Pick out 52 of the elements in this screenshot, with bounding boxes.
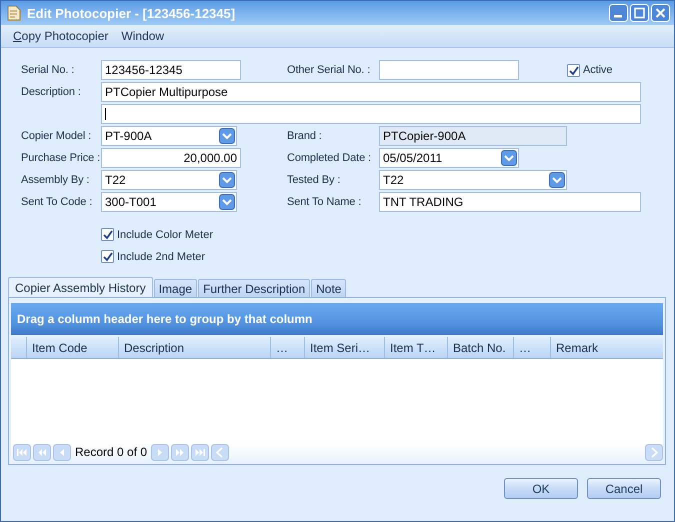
text-field[interactable]: PTCopier Multipurpose	[101, 82, 641, 102]
maximize-button[interactable]	[630, 4, 649, 22]
field-label: Serial No. :	[21, 64, 76, 76]
dropdown-field[interactable]: 300-T001	[101, 192, 237, 212]
number-field[interactable]: 20,000.00	[101, 148, 241, 168]
text-field[interactable]: TNT TRADING	[379, 192, 641, 212]
field-label: Other Serial No. :	[287, 64, 372, 76]
menu-item[interactable]: Window	[121, 29, 164, 43]
dropdown-field[interactable]: PT-900A	[101, 126, 237, 146]
text-field[interactable]: 123456-12345	[101, 60, 241, 80]
readonly-field[interactable]: PTCopier-900A	[379, 126, 567, 146]
text-field[interactable]	[379, 60, 519, 80]
column-header[interactable]: Remark	[551, 337, 663, 358]
dropdown-field[interactable]: T22	[379, 170, 567, 190]
field-label: Copier Model :	[21, 130, 92, 142]
field-label: Description :	[21, 86, 82, 98]
column-header[interactable]: Item T…	[385, 337, 448, 358]
checkbox[interactable]	[101, 228, 114, 241]
field-label: Assembly By :	[21, 174, 90, 186]
column-header[interactable]: Item Code	[27, 337, 119, 358]
column-header[interactable]: Batch No.	[448, 337, 514, 358]
tab[interactable]: Copier Assembly History	[8, 277, 153, 297]
group-panel: Drag a column header here to group by that column	[11, 303, 663, 335]
column-header[interactable]: Item Seri…	[305, 337, 385, 358]
column-header[interactable]: …	[271, 337, 305, 358]
record-counter: Record 0 of 0	[75, 445, 148, 459]
checkbox-label: Include 2nd Meter	[117, 250, 206, 262]
field-label: Tested By :	[287, 174, 342, 186]
tab[interactable]: Note	[311, 279, 346, 297]
dropdown-field[interactable]: T22	[101, 170, 237, 190]
ok-button[interactable]: OK	[504, 478, 578, 499]
column-header[interactable]: Description	[119, 337, 271, 358]
tab[interactable]: Further Description	[198, 279, 310, 297]
cancel-button[interactable]: Cancel	[587, 478, 661, 499]
field-label: Completed Date :	[287, 152, 372, 164]
checkbox-label: Include Color Meter	[117, 228, 213, 240]
field-label: Purchase Price :	[21, 152, 101, 164]
checkbox[interactable]	[101, 250, 114, 263]
field-label: Brand :	[287, 130, 323, 142]
window-title: Edit Photocopier - [123456-12345]	[27, 6, 236, 20]
menu-item[interactable]: Copy Photocopier	[13, 29, 108, 43]
text-field[interactable]	[101, 104, 641, 124]
field-label: Sent To Code :	[21, 196, 94, 208]
tab[interactable]: Image	[154, 279, 198, 297]
checkbox[interactable]	[567, 64, 580, 76]
column-header[interactable]: …	[514, 337, 551, 358]
close-button[interactable]	[651, 4, 670, 22]
document-icon	[7, 5, 21, 21]
minimize-button[interactable]	[609, 4, 628, 22]
field-label: Sent To Name :	[287, 196, 362, 208]
checkbox-label: Active	[583, 64, 612, 76]
dropdown-field[interactable]: 05/05/2011	[379, 148, 519, 168]
